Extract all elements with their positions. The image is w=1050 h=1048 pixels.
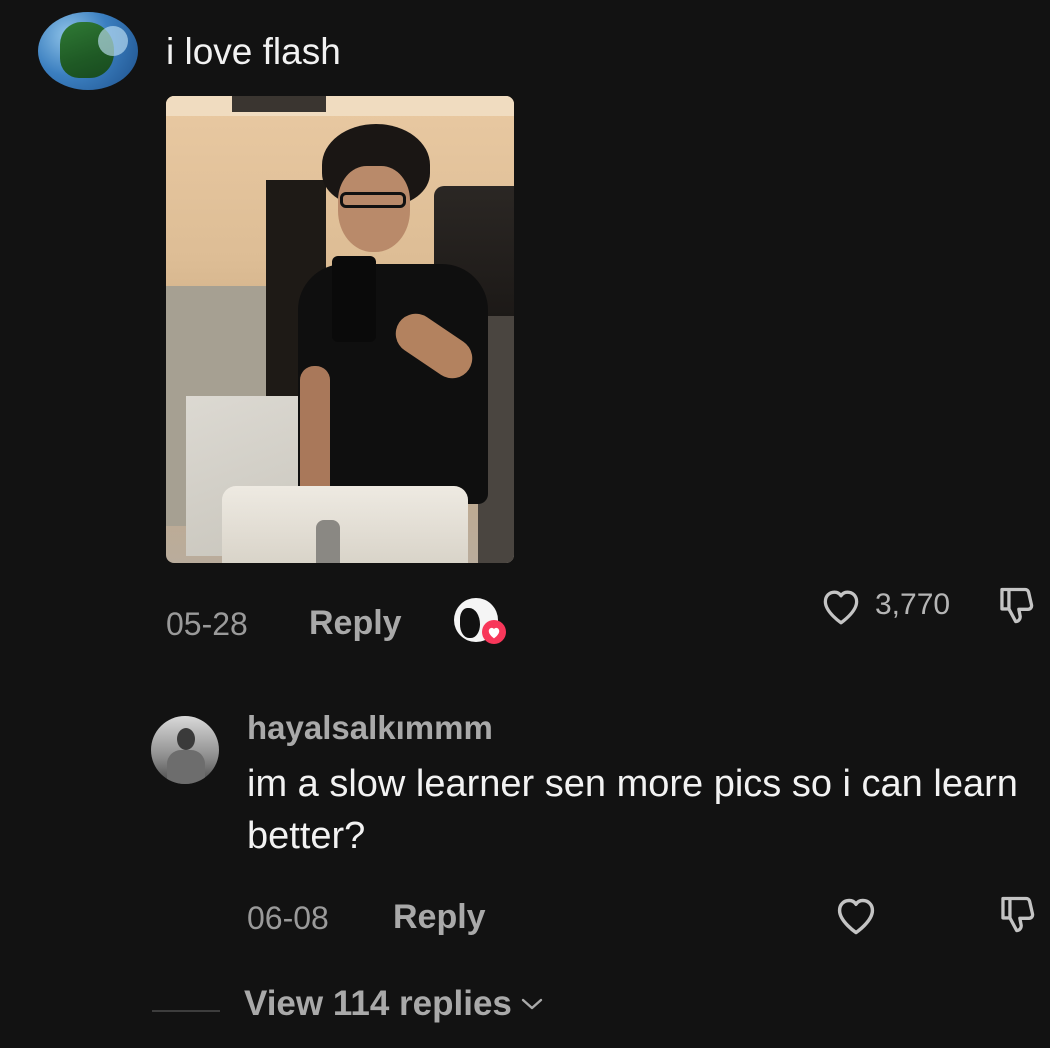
like-button[interactable] — [818, 584, 864, 628]
thumbs-down-outline-icon — [1000, 587, 1034, 624]
reply-reply-button[interactable]: Reply — [393, 898, 486, 937]
creator-liked-badge — [454, 598, 506, 644]
like-count: 3,770 — [875, 588, 951, 621]
reply-text: im a slow learner sen more pics so i can… — [247, 763, 1018, 857]
comment-text: i love flash — [166, 31, 341, 72]
replies-divider — [152, 1010, 220, 1012]
comment-photo[interactable] — [166, 96, 514, 563]
commenter-avatar[interactable] — [38, 12, 138, 90]
view-replies-button[interactable]: View 114 replies — [244, 984, 544, 1024]
reply-username[interactable]: hayalsalkımmm — [247, 706, 493, 750]
view-replies-label: View 114 replies — [244, 984, 512, 1023]
reply-like-button[interactable] — [832, 892, 880, 938]
reply-dislike-button[interactable] — [995, 891, 1041, 939]
heart-outline-icon — [823, 590, 859, 625]
dislike-button[interactable] — [994, 582, 1040, 630]
reply-avatar[interactable] — [151, 716, 219, 784]
heart-icon — [482, 620, 506, 644]
reply-date: 06-08 — [247, 900, 329, 936]
heart-outline-icon — [837, 898, 875, 935]
chevron-down-icon — [521, 998, 543, 1010]
comment-date: 05-28 — [166, 606, 248, 642]
comment-reply-button[interactable]: Reply — [309, 604, 402, 643]
thumbs-down-outline-icon — [1001, 896, 1035, 933]
